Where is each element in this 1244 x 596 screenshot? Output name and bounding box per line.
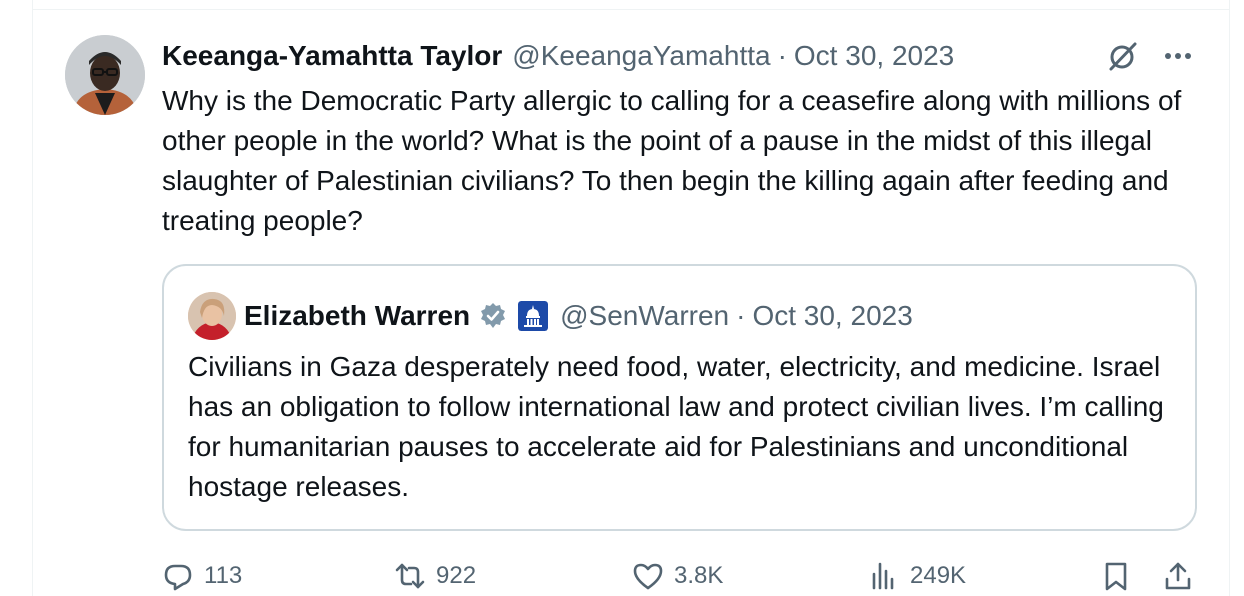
author-handle[interactable]: @KeeangaYamahtta [512,40,770,72]
separator-dot: · [777,40,787,71]
share-icon [1165,562,1191,590]
reply-button[interactable]: 113 [162,556,242,596]
quoted-author-handle[interactable]: @SenWarren [560,300,729,332]
repost-count: 922 [436,562,477,589]
author-avatar[interactable] [65,35,145,115]
views-icon [872,562,894,590]
verified-icon [481,303,506,328]
post-text: Why is the Democratic Party allergic to … [162,85,1182,236]
like-count: 3.8K [674,562,724,589]
quoted-post-date[interactable]: Oct 30, 2023 [752,300,912,332]
share-button[interactable] [1162,556,1194,596]
like-icon [633,563,663,590]
quoted-author-avatar[interactable] [188,292,236,340]
author-name[interactable]: Keeanga-Yamahtta Taylor [162,40,502,72]
grok-icon[interactable] [1105,38,1141,74]
repost-icon [395,563,425,589]
action-bar: 113 922 3.8K 249K [162,556,1202,596]
post-header: Keeanga-Yamahtta Taylor @KeeangaYamahtta… [162,36,954,76]
views-count: 249K [910,562,967,589]
more-icon[interactable] [1160,40,1196,72]
repost-button[interactable]: 922 [394,556,476,596]
capitol-icon[interactable] [518,301,549,331]
post-date[interactable]: Oct 30, 2023 [794,40,954,72]
reply-icon [164,564,192,591]
bookmark-button[interactable] [1100,556,1132,596]
quoted-post[interactable]: Elizabeth Warren @SenWarren · Oct 30, 20… [162,264,1197,531]
bookmark-icon [1105,562,1127,591]
quoted-author-name[interactable]: Elizabeth Warren [244,300,470,332]
reply-count: 113 [204,562,243,589]
top-divider [32,9,1230,10]
quoted-separator-dot: · [736,300,746,331]
quoted-post-text: Civilians in Gaza desperately need food,… [188,351,1164,502]
like-button[interactable]: 3.8K [632,556,723,596]
quoted-post-header: Elizabeth Warren @SenWarren · Oct 30, 20… [244,295,913,337]
views-button[interactable]: 249K [868,556,966,596]
